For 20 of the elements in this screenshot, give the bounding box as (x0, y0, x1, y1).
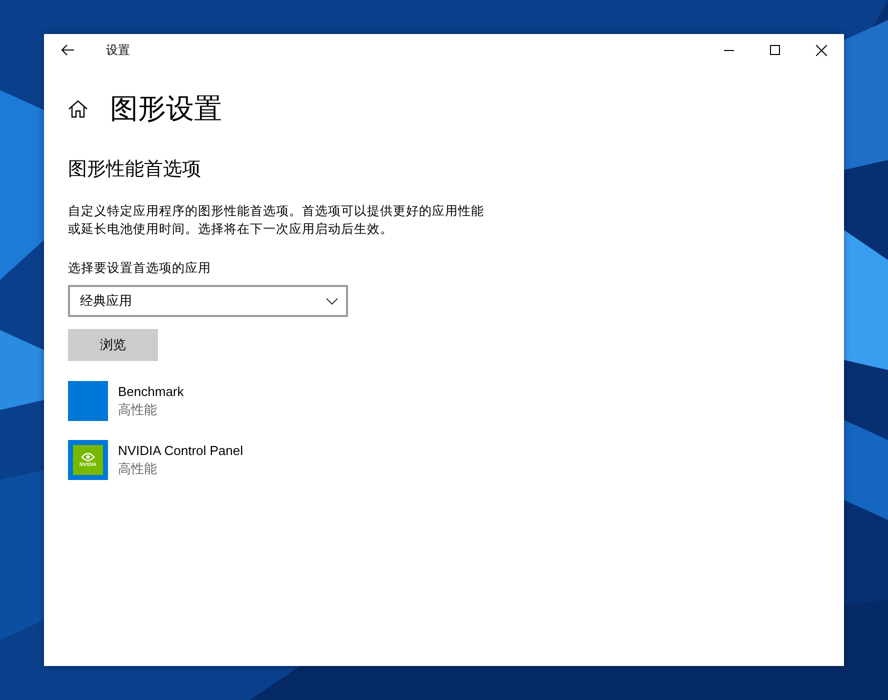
section-heading: 图形性能首选项 (68, 158, 202, 182)
eye-icon (81, 452, 95, 462)
chevron-icon (326, 298, 338, 304)
app-name[interactable]: NVIDIA Control Panel (118, 442, 244, 460)
browse-button[interactable]: 浏览 (68, 329, 158, 361)
app-preference: 高性能 (118, 460, 158, 478)
back-arrow-icon (61, 44, 75, 56)
app-type-dropdown[interactable]: 经典应用 (68, 285, 348, 317)
app-icon (68, 381, 108, 421)
page-title: 图形设置 (110, 92, 222, 126)
maximize-icon (770, 45, 780, 55)
app-picker-label: 选择要设置首选项的应用 (68, 260, 212, 277)
window-title: 设置 (106, 42, 131, 58)
description-line: 自定义特定应用程序的图形性能首选项。首选项可以提供更好的应用性能 (68, 203, 485, 220)
app-name[interactable]: Benchmark (118, 383, 184, 401)
home-icon (68, 100, 88, 118)
home-button[interactable] (68, 100, 88, 118)
app-preference: 高性能 (118, 401, 158, 419)
description-line: 或延长电池使用时间。选择将在下一次应用启动后生效。 (68, 221, 394, 238)
close-icon (816, 44, 826, 56)
